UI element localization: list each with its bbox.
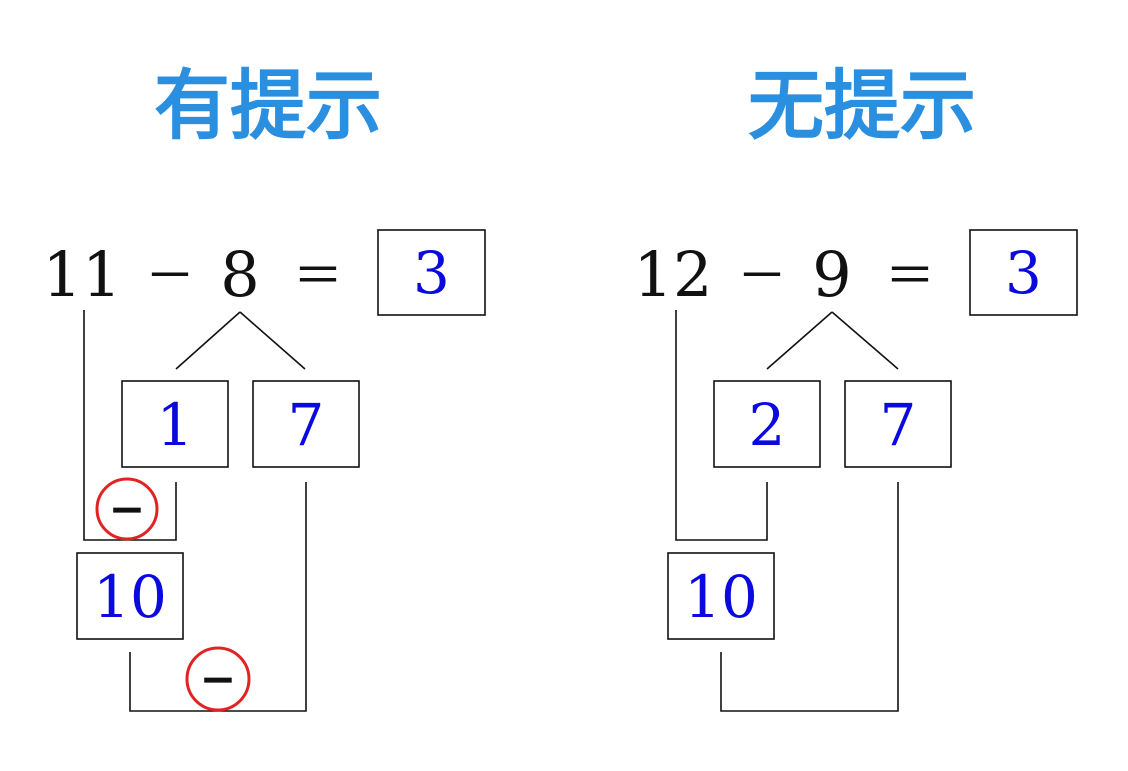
split-branch-left xyxy=(175,311,241,370)
panel-without-hints: 无提示 12 － 9 ＝ 3 2 7 10 xyxy=(634,61,1078,712)
panel-title: 无提示 xyxy=(748,61,976,150)
hint-minus-symbol: − xyxy=(109,484,146,535)
split-left-value: 2 xyxy=(749,391,786,459)
subtrahend: 9 xyxy=(812,238,851,311)
split-left-value: 1 xyxy=(157,391,194,459)
split-branch-right xyxy=(239,311,306,370)
split-right-value: 7 xyxy=(880,391,917,459)
hint-minus-symbol: − xyxy=(200,654,237,705)
split-right-value: 7 xyxy=(288,391,325,459)
equals-sign: ＝ xyxy=(885,247,935,305)
split-branch-right xyxy=(831,311,899,370)
minuend: 11 xyxy=(43,238,122,311)
split-branch-left xyxy=(766,311,833,370)
ten-value: 10 xyxy=(684,563,758,631)
equals-sign: ＝ xyxy=(293,247,343,305)
panel-title: 有提示 xyxy=(154,61,382,150)
answer-value: 3 xyxy=(1005,239,1042,307)
diagram-canvas: 有提示 11 － 8 ＝ 3 1 7 10 − − 无提示 12 － 9 ＝ 3… xyxy=(43,61,1078,712)
minuend: 12 xyxy=(634,238,713,311)
hint-minus-first: − xyxy=(95,477,159,541)
answer-value: 3 xyxy=(413,239,450,307)
subtrahend: 8 xyxy=(220,238,259,311)
ten-value: 10 xyxy=(93,563,167,631)
panel-with-hints: 有提示 11 － 8 ＝ 3 1 7 10 − − xyxy=(43,61,486,712)
minus-operator: － xyxy=(145,247,195,305)
minus-operator: － xyxy=(737,247,787,305)
hint-minus-second: − xyxy=(185,646,251,712)
